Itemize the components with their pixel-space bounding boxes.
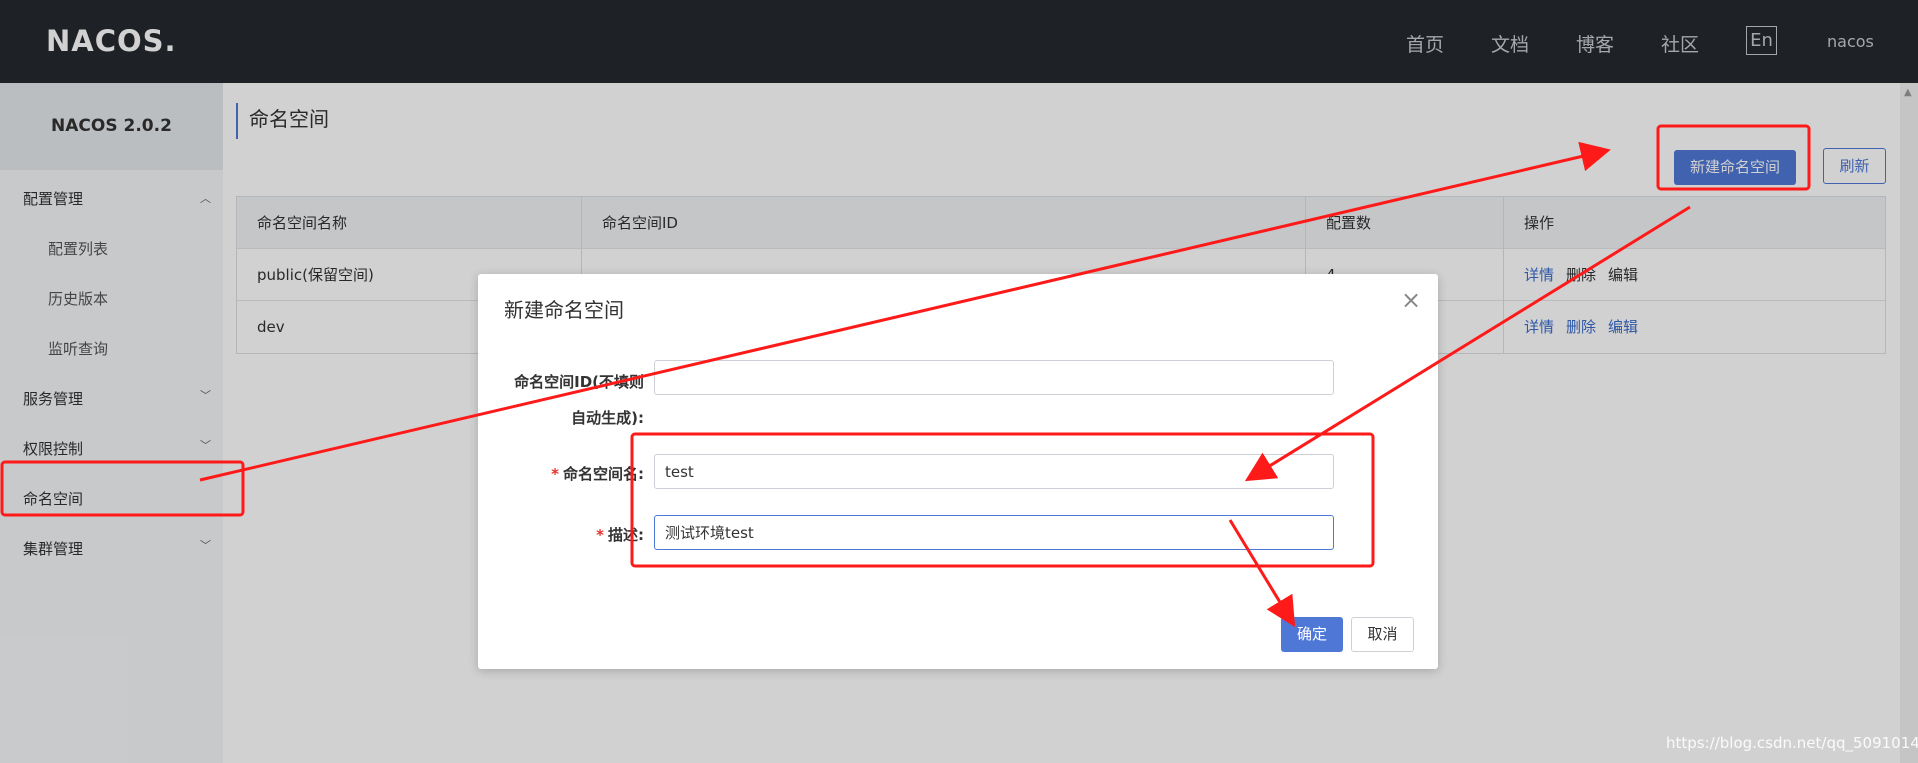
description-label: * 描述: <box>596 526 644 544</box>
namespace-id-label-line2: 自动生成): <box>571 409 644 427</box>
watermark: https://blog.csdn.net/qq_50910145 <box>1666 734 1918 752</box>
close-icon[interactable]: × <box>1401 288 1421 312</box>
cancel-button[interactable]: 取消 <box>1351 617 1414 652</box>
namespace-name-label: * 命名空间名: <box>551 465 644 483</box>
required-mark: * <box>551 465 559 483</box>
create-namespace-dialog: 新建命名空间 × 命名空间ID(不填则 自动生成): *命名空间名: *描述: … <box>478 274 1438 669</box>
namespace-id-label: 命名空间ID(不填则 自动生成): <box>504 364 644 436</box>
required-mark: * <box>596 526 604 544</box>
dialog-title: 新建命名空间 <box>504 298 624 322</box>
description-input[interactable] <box>654 515 1334 550</box>
namespace-id-input[interactable] <box>654 360 1334 395</box>
namespace-name-input[interactable] <box>654 454 1334 489</box>
confirm-button[interactable]: 确定 <box>1281 617 1343 652</box>
namespace-id-label-line1: 命名空间ID(不填则 <box>514 373 644 391</box>
